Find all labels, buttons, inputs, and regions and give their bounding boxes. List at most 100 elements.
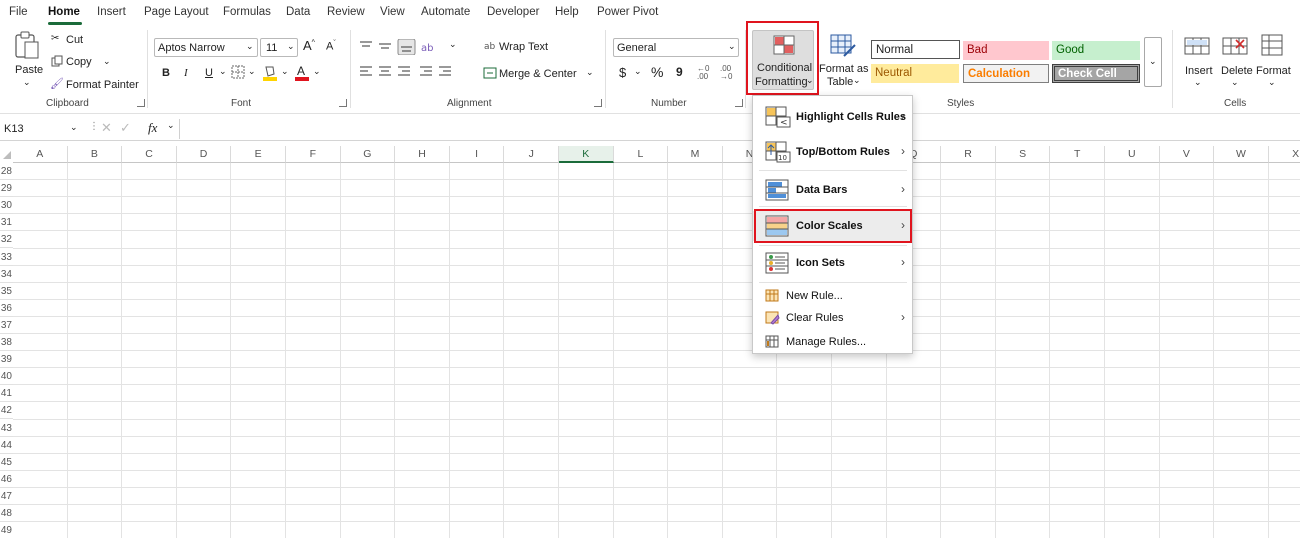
column-header-t[interactable]: T (1050, 146, 1105, 163)
currency-format-button[interactable]: $ (619, 65, 626, 80)
column-header-b[interactable]: B (67, 146, 123, 163)
column-header-j[interactable]: J (504, 146, 559, 163)
format-as-table-label-2[interactable]: Table (827, 76, 853, 88)
row-header-38[interactable]: 38 (0, 334, 13, 351)
column-header-i[interactable]: I (449, 146, 505, 163)
cut-icon[interactable]: ✂ (51, 33, 59, 44)
style-neutral[interactable]: Neutral (871, 64, 959, 83)
row-header-36[interactable]: 36 (0, 300, 13, 317)
horizontal-alignment-icons[interactable] (358, 65, 468, 79)
worksheet-grid[interactable]: ABCDEFGHIJKLMNOPQRSTUVWX 282930313233343… (0, 146, 1300, 538)
fill-color-icon[interactable] (262, 64, 278, 82)
tab-power-pivot[interactable]: Power Pivot (597, 6, 658, 18)
column-header-l[interactable]: L (613, 146, 669, 163)
orientation-dropdown-icon[interactable]: ⌄ (449, 39, 457, 50)
row-header-35[interactable]: 35 (0, 283, 13, 300)
column-header-d[interactable]: D (176, 146, 232, 163)
underline-dropdown-icon[interactable]: ⌄ (219, 66, 227, 77)
currency-dropdown-icon[interactable]: ⌄ (634, 66, 642, 77)
enter-icon[interactable]: ✓ (120, 120, 131, 136)
style-good[interactable]: Good (1052, 41, 1140, 60)
decrease-font-size-icon[interactable]: Aˇ (326, 40, 336, 53)
font-color-icon[interactable]: A (294, 63, 310, 82)
copy-icon[interactable] (51, 55, 63, 67)
row-header-41[interactable]: 41 (0, 385, 13, 403)
column-header-h[interactable]: H (395, 146, 450, 163)
row-header-40[interactable]: 40 (0, 368, 13, 386)
row-header-48[interactable]: 48 (0, 505, 13, 522)
column-header-m[interactable]: M (668, 146, 723, 163)
row-header-33[interactable]: 33 (0, 249, 13, 266)
wrap-text-button[interactable]: Wrap Text (499, 41, 548, 53)
column-header-e[interactable]: E (231, 146, 286, 163)
copy-button[interactable]: Copy (66, 56, 92, 68)
font-launcher-icon[interactable] (339, 99, 347, 107)
tab-data[interactable]: Data (286, 6, 310, 18)
column-header-f[interactable]: F (286, 146, 341, 163)
vertical-alignment-icons[interactable]: ab (358, 39, 436, 55)
column-header-w[interactable]: W (1214, 146, 1269, 163)
formula-input[interactable] (179, 119, 1300, 139)
clipboard-launcher-icon[interactable] (137, 99, 145, 107)
column-header-s[interactable]: S (995, 146, 1051, 163)
percent-style-button[interactable]: % (651, 64, 663, 80)
row-header-45[interactable]: 45 (0, 454, 13, 471)
row-header-31[interactable]: 31 (0, 214, 13, 232)
row-header-47[interactable]: 47 (0, 488, 13, 505)
column-header-x[interactable]: X (1268, 146, 1300, 163)
number-format-dropdown[interactable]: General ⌄ (613, 38, 739, 57)
menu-item-new-rule[interactable]: New Rule... (753, 285, 912, 307)
merge-dropdown-icon[interactable]: ⌄ (586, 67, 594, 78)
tab-page-layout[interactable]: Page Layout (144, 6, 209, 18)
row-header-30[interactable]: 30 (0, 197, 13, 215)
copy-dropdown-icon[interactable]: ⌄ (103, 56, 111, 67)
column-header-g[interactable]: G (340, 146, 396, 163)
row-header-32[interactable]: 32 (0, 231, 13, 249)
tab-home[interactable]: Home (48, 6, 80, 18)
cut-button[interactable]: Cut (66, 34, 83, 46)
wrap-text-icon[interactable]: ab (484, 40, 498, 54)
fill-color-dropdown-icon[interactable]: ⌄ (281, 66, 289, 77)
tab-view[interactable]: View (380, 6, 405, 18)
format-as-table-icon[interactable] (830, 34, 856, 58)
delete-button[interactable]: Delete (1221, 65, 1253, 77)
column-header-r[interactable]: R (941, 146, 996, 163)
tab-file[interactable]: File (9, 6, 28, 18)
tab-insert[interactable]: Insert (97, 6, 126, 18)
format-painter-button[interactable]: Format Painter (66, 79, 139, 91)
alignment-launcher-icon[interactable] (594, 99, 602, 107)
row-header-37[interactable]: 37 (0, 317, 13, 334)
row-header-42[interactable]: 42 (0, 402, 13, 420)
format-cells-icon[interactable] (1261, 32, 1283, 56)
font-name-dropdown[interactable]: Aptos Narrow ⌄ (154, 38, 258, 57)
format-button[interactable]: Format (1256, 65, 1291, 77)
merge-center-icon[interactable] (483, 67, 497, 79)
tab-formulas[interactable]: Formulas (223, 6, 271, 18)
italic-button[interactable]: I (184, 67, 188, 79)
bold-button[interactable]: B (162, 67, 170, 79)
style-calculation[interactable]: Calculation (963, 64, 1049, 83)
format-as-table-label-1[interactable]: Format as (819, 63, 869, 75)
style-bad[interactable]: Bad (963, 41, 1049, 60)
row-header-34[interactable]: 34 (0, 266, 13, 283)
borders-icon[interactable] (231, 65, 245, 79)
row-header-44[interactable]: 44 (0, 437, 13, 454)
comma-style-button[interactable]: 9 (676, 65, 683, 79)
select-all-icon[interactable] (2, 150, 12, 160)
menu-item-icon-sets[interactable]: Icon Sets › (753, 248, 912, 278)
row-header-29[interactable]: 29 (0, 180, 13, 198)
paste-button[interactable]: Paste (15, 64, 43, 76)
font-color-dropdown-icon[interactable]: ⌄ (313, 66, 321, 77)
number-launcher-icon[interactable] (735, 99, 743, 107)
paste-dropdown-icon[interactable]: ⌄ (23, 77, 31, 88)
menu-item-data-bars[interactable]: Data Bars › (753, 175, 912, 205)
menu-item-clear-rules[interactable]: Clear Rules › (753, 307, 912, 331)
style-check-cell[interactable]: Check Cell (1052, 64, 1140, 83)
delete-cells-icon[interactable] (1222, 34, 1248, 56)
style-normal[interactable]: Normal (871, 40, 960, 59)
insert-cells-icon[interactable] (1184, 34, 1210, 56)
format-painter-icon[interactable]: 🖌 (50, 77, 64, 90)
tab-developer[interactable]: Developer (487, 6, 539, 18)
name-box[interactable]: K13 ⌄ (0, 120, 84, 138)
column-header-c[interactable]: C (122, 146, 177, 163)
